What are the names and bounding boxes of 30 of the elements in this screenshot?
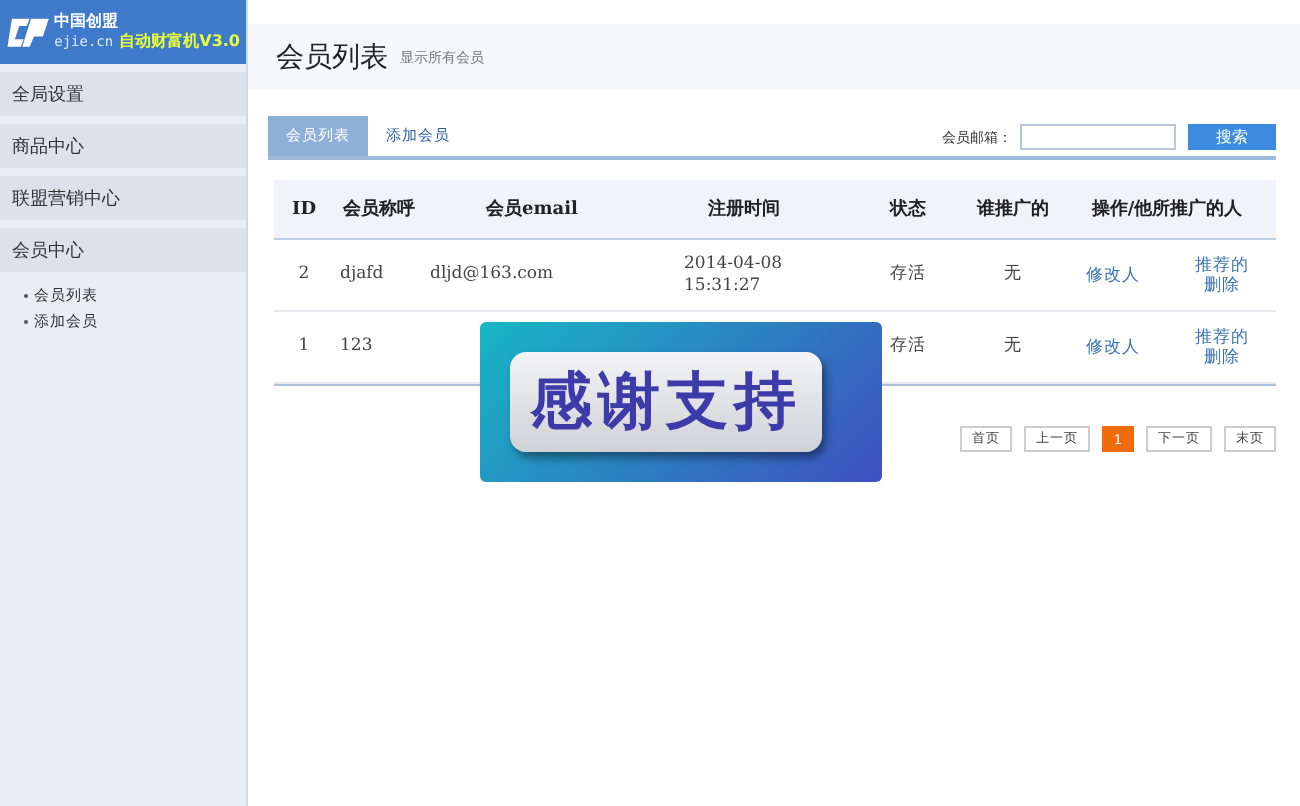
column-header: 会员称呼 [334,180,424,240]
product-name: 自动财富机V3.0 [119,30,240,52]
table-cell: 无 [968,240,1058,312]
sidebar-item[interactable]: 联盟营销中心 [0,176,246,220]
sidebar-item[interactable]: 商品中心 [0,124,246,168]
column-header: 操作/他所推广的人 [1058,180,1276,240]
sidebar-item[interactable]: 会员中心 [0,228,246,272]
table-cell: dljd@163.com [424,240,640,312]
page-title: 会员列表 [276,39,388,75]
table-cell: 123 [334,312,424,384]
referrals-link[interactable]: 推荐的删除 [1191,327,1252,367]
edit-link[interactable]: 修改人 [1082,265,1143,285]
table-cell: 1 [274,312,334,384]
table-cell: 2014-04-08 15:31:27 [640,240,848,312]
column-header: 注册时间 [640,180,848,240]
column-header: 会员email [424,180,640,240]
sidebar-item[interactable]: 全局设置 [0,72,246,116]
search-button[interactable]: 搜索 [1188,124,1276,150]
column-header: 谁推广的 [968,180,1058,240]
edit-link[interactable]: 修改人 [1082,337,1143,357]
table-cell: 存活 [848,240,968,312]
banner-text: 感谢支持 [510,352,822,452]
column-header: ID [274,180,334,240]
column-header: 状态 [848,180,968,240]
logo-brand: 中国创盟 [54,12,120,30]
table-cell: djafd [334,240,424,312]
search-field[interactable] [1020,124,1176,150]
referrals-link[interactable]: 推荐的删除 [1191,255,1252,295]
table-cell: 2 [274,240,334,312]
table-cell: 无 [968,312,1058,384]
